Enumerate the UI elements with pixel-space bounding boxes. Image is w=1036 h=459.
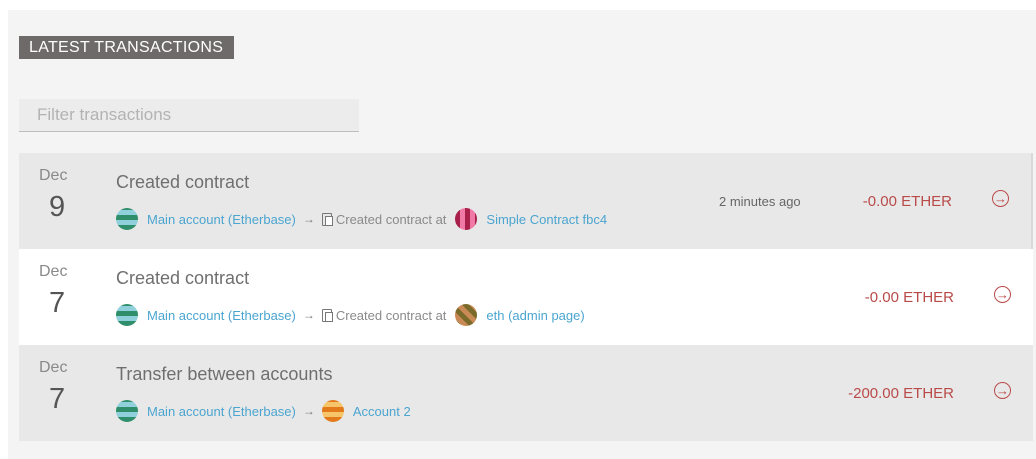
transaction-row[interactable]: Dec 7 Transfer between accounts Main acc… — [19, 345, 1033, 441]
transaction-title: Transfer between accounts — [116, 364, 333, 384]
account-identicon-icon — [116, 400, 138, 422]
arrow-right-icon: → — [302, 308, 315, 322]
date-day: 7 — [49, 287, 66, 319]
transaction-amount: -0.00 ETHER — [862, 193, 952, 210]
date-month: Dec — [39, 167, 68, 184]
flow-middle-text: Created contract at — [335, 307, 447, 323]
to-account-link[interactable]: Account 2 — [353, 404, 411, 419]
transactions-list: Dec 9 Created contract Main account (Eth… — [19, 153, 1033, 441]
date-month: Dec — [39, 263, 68, 280]
transaction-amount: -0.00 ETHER — [864, 289, 954, 306]
transaction-flow: Main account (Etherbase) → Created contr… — [116, 304, 585, 326]
date-day: 9 — [49, 191, 66, 223]
from-account-link[interactable]: Main account (Etherbase) — [147, 404, 296, 419]
transaction-row[interactable]: Dec 9 Created contract Main account (Eth… — [19, 153, 1033, 249]
from-account-link[interactable]: Main account (Etherbase) — [147, 308, 296, 323]
open-transaction-icon[interactable]: → — [994, 382, 1011, 399]
account-identicon-icon — [116, 208, 138, 230]
transaction-title: Created contract — [116, 268, 250, 288]
to-account-link[interactable]: eth (admin page) — [486, 308, 584, 323]
transaction-row[interactable]: Dec 7 Created contract Main account (Eth… — [19, 249, 1033, 345]
open-transaction-icon[interactable]: → — [994, 286, 1011, 303]
contract-document-icon — [321, 212, 333, 226]
arrow-right-icon: → — [302, 404, 315, 418]
to-account-link[interactable]: Simple Contract fbc4 — [486, 212, 607, 227]
transaction-amount: -200.00 ETHER — [848, 385, 954, 402]
open-transaction-icon[interactable]: → — [992, 190, 1009, 207]
transaction-flow: Main account (Etherbase) → Account 2 — [116, 400, 411, 422]
flow-middle-text: Created contract at — [335, 211, 447, 227]
contract-identicon-icon — [455, 208, 478, 230]
contract-document-icon — [321, 308, 333, 322]
section-title: LATEST TRANSACTIONS — [19, 36, 235, 59]
transaction-title: Created contract — [116, 172, 250, 192]
date-month: Dec — [39, 359, 68, 376]
from-account-link[interactable]: Main account (Etherbase) — [147, 212, 296, 227]
transaction-time: 2 minutes ago — [719, 194, 801, 209]
arrow-right-icon: → — [302, 212, 315, 226]
filter-transactions-input[interactable] — [19, 99, 359, 132]
contract-identicon-icon — [455, 304, 478, 326]
date-day: 7 — [49, 383, 66, 415]
account-identicon-icon — [116, 304, 138, 326]
transaction-flow: Main account (Etherbase) → Created contr… — [116, 208, 607, 230]
recipient-identicon-icon — [321, 400, 344, 422]
